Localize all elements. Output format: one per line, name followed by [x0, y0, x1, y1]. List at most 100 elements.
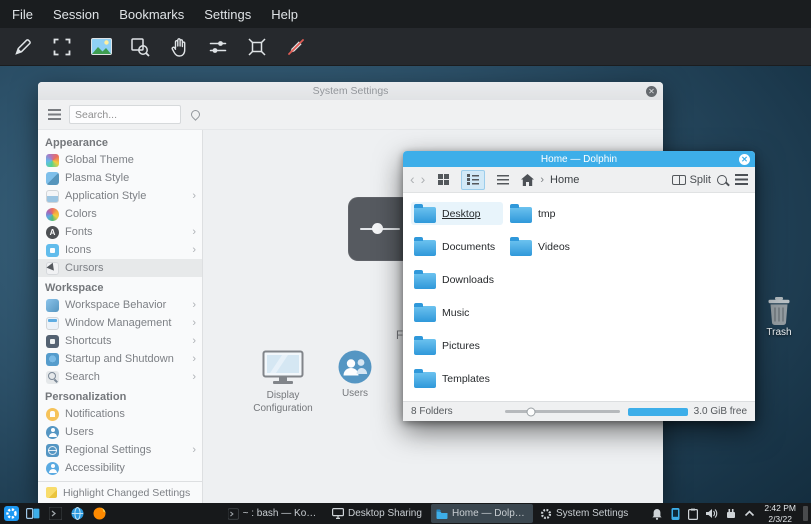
screenshot-icon[interactable] [88, 34, 114, 60]
close-icon[interactable]: ✕ [739, 154, 750, 165]
browser-icon[interactable] [66, 503, 88, 524]
trash-desktop-icon[interactable]: Trash [755, 296, 803, 338]
konsole-icon[interactable] [44, 503, 66, 524]
split-button[interactable]: Split [672, 174, 711, 186]
fullscreen-icon[interactable] [49, 34, 75, 60]
clock-widget[interactable]: 2:42 PM 2/3/22 [759, 503, 801, 524]
dolphin-titlebar[interactable]: Home — Dolphin ✕ [403, 151, 755, 167]
menu-help[interactable]: Help [271, 7, 298, 22]
hamburger-menu-icon[interactable] [48, 109, 61, 120]
konsole-icon [228, 508, 239, 520]
pen-icon[interactable] [10, 34, 36, 60]
desktop-background[interactable]: System Settings ✕ Appearance Global Them… [0, 66, 811, 503]
folder-icon [414, 240, 436, 256]
clipboard-icon[interactable] [688, 508, 698, 520]
folder-item-downloads[interactable]: Downloads [411, 268, 503, 291]
notifications-icon[interactable] [651, 508, 663, 520]
view-only-icon[interactable] [127, 34, 153, 60]
folder-item-tmp[interactable]: tmp [507, 202, 599, 225]
users-icon [338, 350, 372, 384]
chevron-right-icon: › [192, 244, 196, 256]
zoom-slider-handle[interactable] [527, 407, 536, 416]
highlight-changed-settings-button[interactable]: Highlight Changed Settings [38, 481, 202, 503]
clock-time: 2:42 PM [764, 503, 796, 514]
sidebar-item-application-style[interactable]: Application Style› [38, 187, 202, 205]
folder-icon [414, 372, 436, 388]
sidebar-item-window-management[interactable]: Window Management› [38, 314, 202, 332]
settings-search-input[interactable] [69, 105, 181, 124]
hamburger-menu-icon[interactable] [735, 174, 748, 185]
volume-icon[interactable] [705, 508, 718, 519]
sidebar-item-notifications[interactable]: Notifications [38, 405, 202, 423]
system-settings-titlebar[interactable]: System Settings ✕ [38, 82, 663, 100]
menu-file[interactable]: File [12, 7, 33, 22]
task-dolphin[interactable]: Home — Dolphin [431, 504, 533, 523]
module-users[interactable]: Users [310, 350, 400, 401]
grab-hand-icon[interactable] [166, 34, 192, 60]
gear-icon [540, 508, 552, 520]
sidebar-item-workspace-behavior[interactable]: Workspace Behavior› [38, 296, 202, 314]
search-icon[interactable] [717, 175, 727, 185]
zoom-slider[interactable] [505, 410, 620, 413]
sidebar-item-search[interactable]: Search› [38, 368, 202, 386]
back-icon[interactable]: ‹ [410, 172, 415, 186]
sidebar-item-global-theme[interactable]: Global Theme [38, 151, 202, 169]
application-style-icon [46, 190, 59, 203]
folder-item-templates[interactable]: Templates [411, 367, 503, 390]
chevron-right-icon: › [192, 317, 196, 329]
shortcuts-icon [46, 335, 59, 348]
task-system-settings[interactable]: System Settings [535, 504, 637, 523]
sidebar-item-accessibility[interactable]: Accessibility [38, 459, 202, 477]
expand-caret-icon[interactable] [744, 510, 755, 517]
sidebar-item-regional-settings[interactable]: Regional Settings› [38, 441, 202, 459]
sidebar-item-users[interactable]: Users [38, 423, 202, 441]
sidebar-section-workspace: Workspace [38, 277, 202, 296]
folder-icon [510, 240, 532, 256]
actual-size-icon[interactable] [244, 34, 270, 60]
pin-icon[interactable] [189, 108, 202, 121]
close-icon[interactable]: ✕ [646, 86, 657, 97]
folder-item-pictures[interactable]: Pictures [411, 334, 503, 357]
application-launcher-icon[interactable] [0, 503, 22, 524]
scale-icon[interactable] [205, 34, 231, 60]
sidebar-item-plasma-style[interactable]: Plasma Style [38, 169, 202, 187]
folder-grid: Desktop Documents Downloads Music Pictur… [411, 197, 603, 395]
folder-item-documents[interactable]: Documents [411, 235, 503, 258]
menu-bookmarks[interactable]: Bookmarks [119, 7, 184, 22]
sidebar-item-icons[interactable]: Icons› [38, 241, 202, 259]
details-view-button[interactable] [491, 170, 515, 190]
dolphin-window: Home — Dolphin ✕ ‹ › › Home Split Deskto… [403, 151, 755, 421]
pager-icon[interactable] [22, 503, 44, 524]
disconnect-icon[interactable] [283, 34, 309, 60]
task-konsole[interactable]: ~ : bash — Konsole [223, 504, 325, 523]
folder-item-music[interactable]: Music [411, 301, 503, 324]
network-icon[interactable] [725, 508, 737, 519]
show-desktop-button[interactable] [803, 506, 808, 521]
folder-item-videos[interactable]: Videos [507, 235, 599, 258]
breadcrumb-home[interactable]: Home [550, 174, 579, 186]
kdeconnect-icon[interactable] [670, 508, 681, 520]
folder-icon [414, 273, 436, 289]
folder-icon [510, 207, 532, 223]
chevron-right-icon: › [192, 226, 196, 238]
chevron-right-icon: › [192, 190, 196, 202]
sidebar-item-shortcuts[interactable]: Shortcuts› [38, 332, 202, 350]
sidebar-item-colors[interactable]: Colors [38, 205, 202, 223]
firefox-icon[interactable] [88, 503, 110, 524]
folder-item-desktop[interactable]: Desktop [411, 202, 503, 225]
menu-settings[interactable]: Settings [204, 7, 251, 22]
dolphin-statusbar: 8 Folders 3.0 GiB free [403, 401, 755, 421]
split-icon [672, 175, 686, 185]
compact-view-button[interactable] [461, 170, 485, 190]
sidebar-item-fonts[interactable]: Fonts› [38, 223, 202, 241]
sidebar-item-cursors[interactable]: Cursors [38, 259, 202, 277]
home-icon[interactable] [521, 174, 534, 186]
folder-count-label: 8 Folders [411, 406, 453, 417]
dolphin-file-view[interactable]: Desktop Documents Downloads Music Pictur… [403, 193, 755, 401]
chevron-right-icon: › [192, 335, 196, 347]
task-desktop-sharing[interactable]: Desktop Sharing [327, 504, 429, 523]
forward-icon[interactable]: › [421, 172, 426, 186]
sidebar-item-startup-and-shutdown[interactable]: Startup and Shutdown› [38, 350, 202, 368]
menu-session[interactable]: Session [53, 7, 99, 22]
icons-view-button[interactable] [431, 170, 455, 190]
